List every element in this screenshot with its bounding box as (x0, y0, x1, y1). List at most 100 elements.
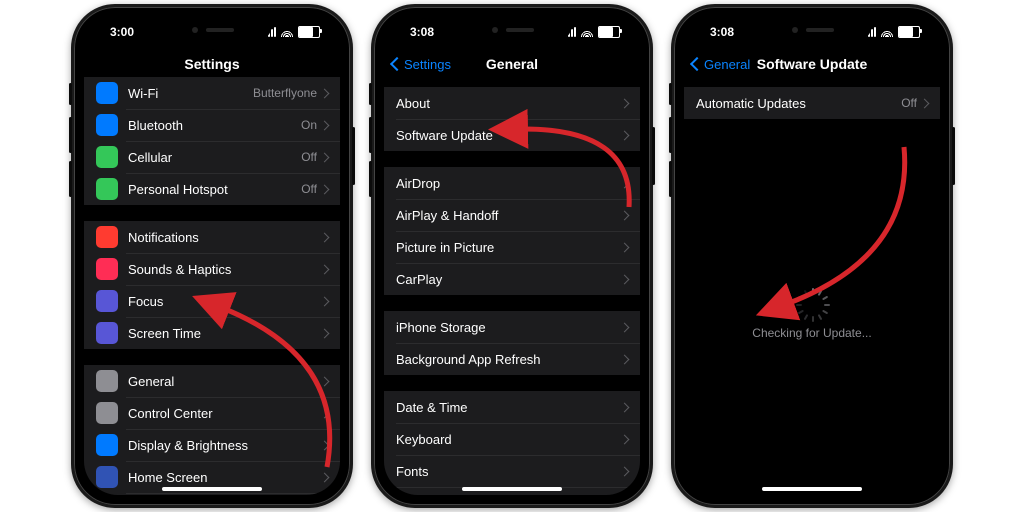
chevron-right-icon (620, 130, 630, 140)
row-label: General (128, 374, 321, 389)
row-label: CarPlay (396, 272, 621, 287)
row-label: Display & Brightness (128, 438, 321, 453)
settings-row[interactable]: Keyboard (384, 423, 640, 455)
row-label: Background App Refresh (396, 352, 621, 367)
settings-row[interactable]: BluetoothOn (84, 109, 340, 141)
row-label: Control Center (128, 406, 321, 421)
chevron-right-icon (320, 88, 330, 98)
focus-icon (96, 290, 118, 312)
update-status: Checking for Update... (684, 294, 940, 340)
row-label: Keyboard (396, 432, 621, 447)
notifications-icon (96, 226, 118, 248)
display-icon (96, 434, 118, 456)
chevron-right-icon (320, 264, 330, 274)
row-label: Wi-Fi (128, 86, 253, 101)
chevron-right-icon (320, 152, 330, 162)
home-indicator[interactable] (162, 487, 262, 491)
settings-row[interactable]: Wi-FiButterflyone (84, 77, 340, 109)
settings-row[interactable]: iPhone Storage (384, 311, 640, 343)
back-button[interactable]: General (692, 57, 750, 72)
settings-group: iPhone Storage Background App Refresh (384, 311, 640, 375)
chevron-right-icon (320, 408, 330, 418)
nav-bar: Settings (84, 47, 340, 81)
chevron-right-icon (320, 440, 330, 450)
settings-row[interactable]: Focus (84, 285, 340, 317)
sounds-icon (96, 258, 118, 280)
settings-row[interactable]: Background App Refresh (384, 343, 640, 375)
row-label: iPhone Storage (396, 320, 621, 335)
status-time: 3:08 (710, 25, 734, 39)
settings-row[interactable]: AirPlay & Handoff (384, 199, 640, 231)
phone-general: 3:08 Settings General AboutSoftware Upda… (371, 4, 653, 508)
wifi-icon (280, 27, 294, 37)
settings-row[interactable]: Software Update (384, 119, 640, 151)
chevron-left-icon (690, 57, 704, 71)
row-label: AirPlay & Handoff (396, 208, 621, 223)
row-label: Sounds & Haptics (128, 262, 321, 277)
chevron-right-icon (920, 98, 930, 108)
chevron-right-icon (620, 466, 630, 476)
settings-row[interactable]: Picture in Picture (384, 231, 640, 263)
row-label: Automatic Updates (696, 96, 901, 111)
three-phone-tutorial: 3:00 Settings Wi-FiButterflyoneBluetooth… (0, 0, 1024, 512)
settings-row[interactable]: AirDrop (384, 167, 640, 199)
row-label: Date & Time (396, 400, 621, 415)
battery-icon (598, 26, 620, 38)
wifi-icon (96, 82, 118, 104)
battery-icon (898, 26, 920, 38)
wifi-icon (580, 27, 594, 37)
row-label: Software Update (396, 128, 621, 143)
row-label: About (396, 96, 621, 111)
settings-list[interactable]: Wi-FiButterflyoneBluetoothOnCellularOffP… (84, 77, 340, 495)
nav-bar: General Software Update (684, 47, 940, 81)
settings-group: Date & TimeKeyboardFontsLanguage & Regio… (384, 391, 640, 495)
chevron-right-icon (320, 328, 330, 338)
row-label: Notifications (128, 230, 321, 245)
chevron-right-icon (320, 472, 330, 482)
row-label: Focus (128, 294, 321, 309)
hotspot-icon (96, 178, 118, 200)
wifi-icon (880, 27, 894, 37)
controlcenter-icon (96, 402, 118, 424)
home-indicator[interactable] (462, 487, 562, 491)
row-label: Fonts (396, 464, 621, 479)
settings-row[interactable]: Display & Brightness (84, 429, 340, 461)
settings-row[interactable]: CarPlay (384, 263, 640, 295)
settings-row[interactable]: About (384, 87, 640, 119)
general-list[interactable]: About Software Update AirDrop AirPlay & Han… (384, 87, 640, 495)
settings-group: General Control Center Display & Brightnes… (84, 365, 340, 495)
row-automatic-updates[interactable]: Automatic Updates Off (684, 87, 940, 119)
home-indicator[interactable] (762, 487, 862, 491)
row-value: On (301, 118, 317, 132)
row-label: Bluetooth (128, 118, 301, 133)
chevron-right-icon (620, 242, 630, 252)
settings-row[interactable]: General (84, 365, 340, 397)
back-button[interactable]: Settings (392, 57, 451, 72)
settings-row[interactable]: Date & Time (384, 391, 640, 423)
settings-row[interactable]: Fonts (384, 455, 640, 487)
settings-row[interactable]: Personal HotspotOff (84, 173, 340, 205)
settings-group: About Software Update (384, 87, 640, 151)
settings-group: AirDrop AirPlay & Handoff Picture in Pictu… (384, 167, 640, 295)
settings-row[interactable]: Accessibility (84, 493, 340, 495)
settings-row[interactable]: Control Center (84, 397, 340, 429)
settings-row[interactable]: Screen Time (84, 317, 340, 349)
row-label: Cellular (128, 150, 301, 165)
phone-settings: 3:00 Settings Wi-FiButterflyoneBluetooth… (71, 4, 353, 508)
chevron-right-icon (620, 98, 630, 108)
chevron-right-icon (620, 274, 630, 284)
settings-row[interactable]: Notifications (84, 221, 340, 253)
row-label: AirDrop (396, 176, 621, 191)
status-time: 3:00 (110, 25, 134, 39)
bluetooth-icon (96, 114, 118, 136)
row-label: Screen Time (128, 326, 321, 341)
settings-row[interactable]: Sounds & Haptics (84, 253, 340, 285)
chevron-right-icon (620, 178, 630, 188)
battery-icon (298, 26, 320, 38)
chevron-left-icon (390, 57, 404, 71)
status-text: Checking for Update... (684, 326, 940, 340)
settings-group: Wi-FiButterflyoneBluetoothOnCellularOffP… (84, 77, 340, 205)
row-value: Off (301, 182, 317, 196)
settings-row[interactable]: CellularOff (84, 141, 340, 173)
page-title: Software Update (757, 56, 867, 72)
